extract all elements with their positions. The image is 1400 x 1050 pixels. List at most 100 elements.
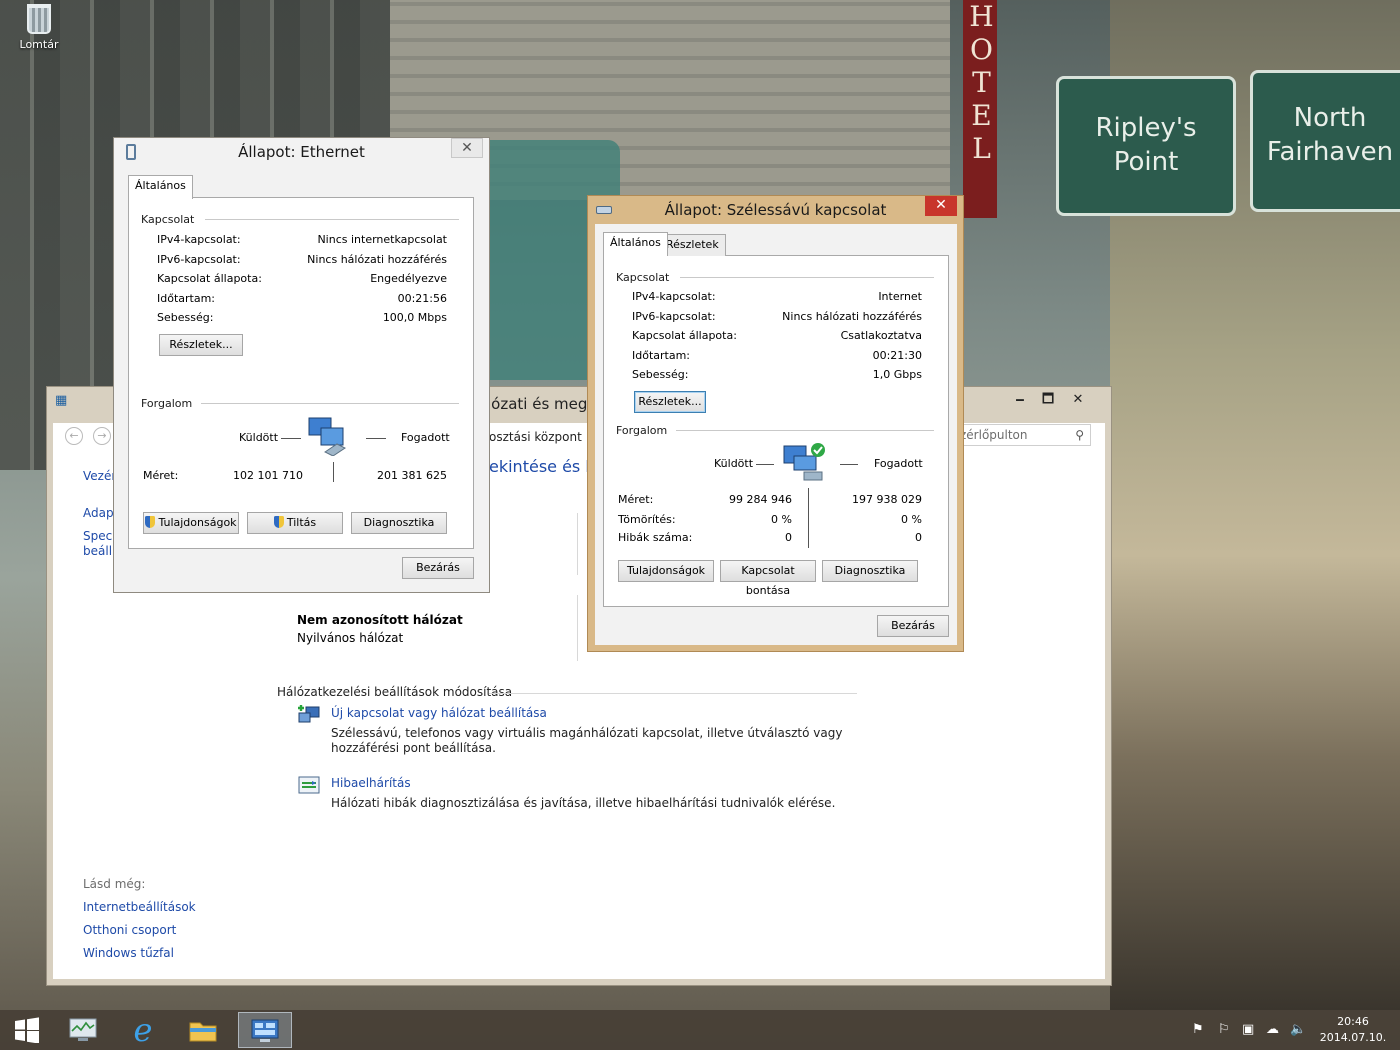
volume-icon[interactable]: 🔈 — [1290, 1022, 1306, 1037]
maximize-button[interactable]: 🗖 — [1035, 389, 1061, 411]
details-button[interactable]: Részletek... — [634, 391, 706, 413]
dialog-client-area: Általános Részletek Kapcsolat IPv4-kapcs… — [595, 224, 957, 645]
divider — [577, 595, 578, 661]
back-arrow-icon[interactable]: ← — [65, 427, 83, 445]
sidebar-advanced-sharing-link-line2[interactable]: beáll — [83, 544, 112, 558]
errors-label: Hibák száma: — [618, 531, 693, 544]
network-type[interactable]: Nyilvános hálózat — [297, 631, 403, 645]
file-explorer-button[interactable] — [176, 1012, 230, 1048]
tab-general[interactable]: Általános — [603, 232, 668, 256]
close-dialog-button[interactable]: Bezárás — [877, 615, 949, 637]
task-manager-icon — [69, 1018, 97, 1041]
internet-explorer-button[interactable]: e — [116, 1012, 170, 1048]
cloud-icon[interactable]: ☁ — [1266, 1022, 1279, 1037]
search-input[interactable]: zérlőpulton ⚲ — [955, 424, 1091, 446]
duration-value: 00:21:30 — [872, 349, 922, 362]
section-divider — [489, 693, 857, 694]
ipv4-label: IPv4-kapcsolat: — [632, 290, 716, 303]
network-center-icon: ▦ — [55, 393, 68, 408]
received-line — [840, 464, 858, 465]
close-button[interactable]: ✕ — [1065, 389, 1091, 411]
dialog-title: Állapot: Ethernet — [238, 143, 365, 161]
activity-group-title: Forgalom — [141, 397, 193, 410]
start-button[interactable] — [0, 1012, 54, 1048]
sign-line: North — [1293, 103, 1367, 133]
media-state-value: Engedélyezve — [370, 272, 447, 285]
compression-label: Tömörítés: — [618, 513, 676, 526]
desktop-recycle-bin[interactable]: Lomtár — [14, 4, 64, 51]
windows-logo-icon — [15, 1017, 39, 1044]
disable-button[interactable]: Tiltás — [247, 512, 343, 534]
ipv4-value: Internet — [878, 290, 922, 303]
duration-value: 00:21:56 — [397, 292, 447, 305]
minimize-button[interactable]: 🗕 — [1007, 389, 1033, 411]
system-clock[interactable]: 20:46 2014.07.10. — [1318, 1014, 1388, 1046]
bytes-label: Méret: — [143, 469, 179, 482]
disconnect-button[interactable]: Kapcsolat bontása — [720, 560, 816, 597]
connection-state-value: Csatlakoztatva — [840, 329, 922, 342]
new-connection-description: Szélessávú, telefonos vagy virtuális mag… — [331, 726, 843, 755]
dialog-close-button[interactable]: ✕ — [451, 138, 483, 158]
see-also-internet-options-link[interactable]: Internetbeállítások — [83, 900, 196, 914]
received-label: Fogadott — [401, 431, 450, 444]
window-title: lózati és megc — [487, 395, 596, 413]
properties-button[interactable]: Tulajdonságok — [618, 560, 714, 582]
network-center-icon — [251, 1019, 279, 1042]
search-icon[interactable]: ⚲ — [1075, 428, 1084, 442]
general-tab-panel: Kapcsolat IPv4-kapcsolat: Nincs internet… — [128, 197, 474, 549]
new-connection-link[interactable]: Új kapcsolat vagy hálózat beállítása — [331, 706, 547, 720]
diagnose-button[interactable]: Diagnosztika — [822, 560, 918, 582]
sidebar-advanced-sharing-link[interactable]: Speci — [83, 529, 116, 543]
sent-line — [281, 438, 301, 439]
change-settings-title: Hálózatkezelési beállítások módosítása — [277, 685, 513, 699]
ipv6-value: Nincs hálózati hozzáférés — [307, 253, 447, 266]
wallpaper-hotel-sign: HOTEL — [963, 0, 998, 218]
sign-line: Ripley's — [1095, 113, 1197, 143]
speed-value: 1,0 Gbps — [872, 368, 922, 381]
network-computers-icon — [308, 417, 346, 456]
taskbar: e ⚑ ⚐ ▣ ☁ 🔈 20:46 2014.07.10. — [0, 1010, 1400, 1050]
tab-general[interactable]: Általános — [128, 175, 193, 199]
broadband-status-dialog: Állapot: Szélessávú kapcsolat ✕ Általáno… — [587, 195, 964, 652]
action-center-icon[interactable]: ⚑ — [1192, 1022, 1204, 1037]
duration-label: Időtartam: — [157, 292, 216, 305]
breadcrumb[interactable]: osztási központ — [489, 430, 582, 444]
dialog-close-button[interactable]: ✕ — [925, 196, 957, 216]
bytes-sent-value: 102 101 710 — [233, 469, 303, 482]
see-also-homegroup-link[interactable]: Otthoni csoport — [83, 923, 176, 937]
search-placeholder: zérlőpulton — [960, 428, 1028, 442]
media-state-label: Kapcsolat állapota: — [157, 272, 262, 285]
folder-icon — [189, 1022, 217, 1042]
ipv6-label: IPv6-kapcsolat: — [632, 310, 716, 323]
network-icon[interactable]: ▣ — [1242, 1022, 1254, 1037]
errors-sent-value: 0 — [785, 531, 792, 544]
compression-sent-value: 0 % — [771, 513, 792, 526]
bytes-sent-value: 99 284 946 — [729, 493, 792, 506]
speed-label: Sebesség: — [157, 311, 214, 324]
task-manager-button[interactable] — [56, 1012, 110, 1048]
internet-explorer-icon: e — [133, 1011, 153, 1049]
diagnose-button[interactable]: Diagnosztika — [351, 512, 447, 534]
flag-icon[interactable]: ⚐ — [1218, 1022, 1230, 1037]
sent-label: Küldött — [714, 457, 754, 470]
troubleshoot-link[interactable]: Hibaelhárítás — [331, 776, 411, 790]
details-button[interactable]: Részletek... — [159, 334, 243, 356]
disable-button-label: Tiltás — [286, 516, 317, 529]
ethernet-status-dialog: Állapot: Ethernet ✕ Általános Kapcsolat … — [113, 137, 490, 593]
properties-button[interactable]: Tulajdonságok — [143, 512, 239, 534]
sent-received-divider — [333, 462, 334, 482]
dialog-title: Állapot: Szélessávú kapcsolat — [664, 201, 887, 219]
ipv4-label: IPv4-kapcsolat: — [157, 233, 241, 246]
tab-details[interactable]: Részletek — [659, 234, 726, 256]
forward-arrow-icon[interactable]: → — [93, 427, 111, 445]
bytes-received-value: 197 938 029 — [852, 493, 922, 506]
group-divider — [676, 430, 934, 431]
control-panel-button[interactable] — [238, 1012, 292, 1048]
uac-shield-icon — [273, 516, 284, 528]
see-also-firewall-link[interactable]: Windows tűzfal — [83, 946, 174, 960]
close-dialog-button[interactable]: Bezárás — [402, 557, 474, 579]
sent-line — [756, 464, 774, 465]
received-line — [366, 438, 386, 439]
divider — [577, 513, 578, 575]
duration-label: Időtartam: — [632, 349, 691, 362]
